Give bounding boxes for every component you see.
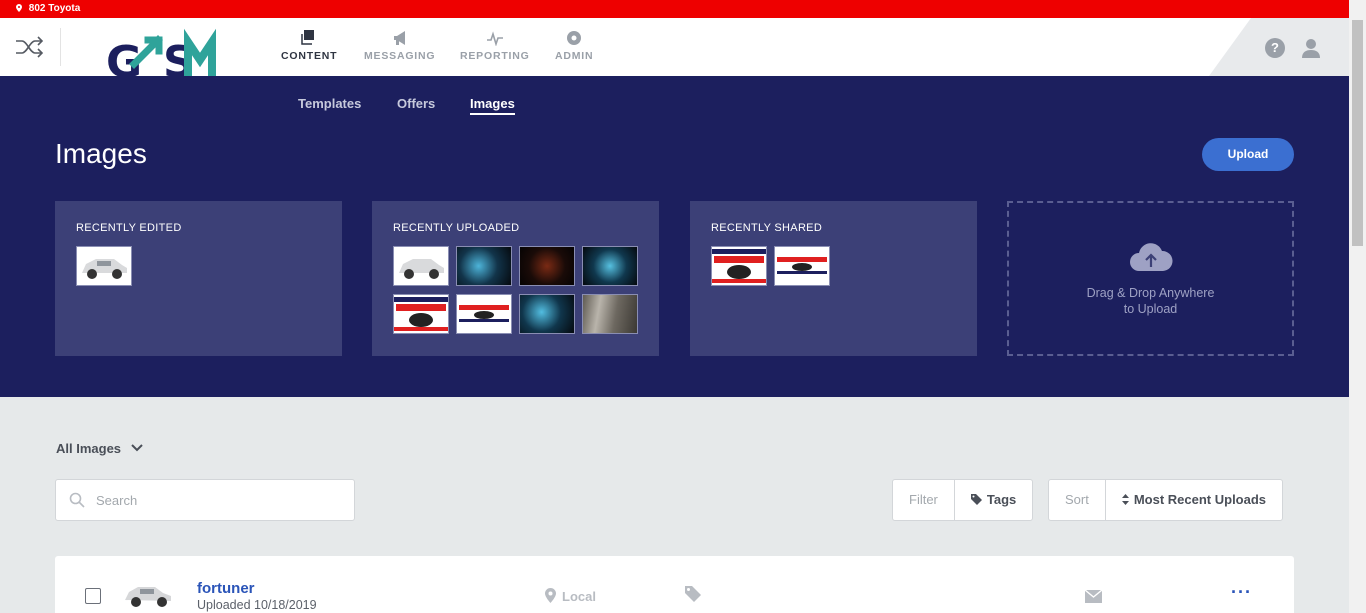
pulse-icon [486,31,503,46]
filter-label: Filter [893,480,955,520]
image-row[interactable]: fortuner Uploaded 10/18/2019 Local ··· [55,556,1294,613]
recently-shared-title: RECENTLY SHARED [711,222,823,234]
location-label: 802 Toyota [28,3,81,14]
upload-date: Uploaded 10/18/2019 [197,598,317,612]
tags-label: Tags [986,492,1017,507]
subnav-offers[interactable]: Offers [397,96,435,111]
thumbnail-car-door[interactable] [582,294,638,334]
filter-group: Filter Tags [892,479,1034,521]
chevron-down-icon [130,444,143,452]
thumbnail-tire-promo-2[interactable] [456,294,512,334]
nav-content-label: CONTENT [281,50,338,62]
cloud-upload-icon [1130,243,1173,271]
upload-button[interactable]: Upload [1202,138,1294,171]
recently-edited-panel: RECENTLY EDITED [55,201,342,356]
shuffle-icon[interactable] [14,34,44,60]
location-label: Local [562,589,596,604]
sort-dropdown[interactable]: Most Recent Uploads [1106,480,1282,520]
recently-edited-title: RECENTLY EDITED [76,222,182,234]
thumbnail-tire-promo[interactable] [711,246,767,286]
search-icon [69,492,85,508]
dropzone-line-2: to Upload [1123,302,1178,316]
nav-content[interactable]: CONTENT [281,30,337,62]
page-title: Images [55,138,147,169]
help-icon[interactable]: ? [1265,38,1285,58]
scope-dropdown[interactable]: All Images [56,441,143,456]
thumbnail-engine-blue[interactable] [456,246,512,286]
sort-arrows-icon [1121,494,1129,505]
page-scrollbar[interactable] [1349,0,1366,613]
map-pin-icon [16,4,22,12]
scope-label: All Images [56,441,122,456]
thumbnail-tire-promo-2[interactable] [774,246,830,286]
dropzone-line-1: Drag & Drop Anywhere [1086,286,1215,300]
thumbnail-engine-blue-3[interactable] [519,294,575,334]
user-icon[interactable] [1302,38,1320,58]
sort-label: Sort [1049,480,1106,520]
upload-dropzone[interactable]: Drag & Drop Anywhere to Upload [1007,201,1294,356]
nav-reporting-label: REPORTING [460,50,530,62]
nav-messaging-label: MESSAGING [364,50,436,62]
recently-uploaded-title: RECENTLY UPLOADED [393,222,520,234]
images-hero: Templates Offers Images Images Upload RE… [0,76,1349,397]
nav-admin[interactable]: ADMIN [555,30,593,62]
sort-value: Most Recent Uploads [1133,492,1267,507]
nav-reporting[interactable]: REPORTING [460,30,530,62]
tag-icon[interactable] [685,586,701,602]
content-icon [301,30,315,45]
scrollbar-thumb[interactable] [1352,20,1363,246]
search-input[interactable] [96,490,336,510]
nav-admin-label: ADMIN [555,50,594,62]
tag-icon [970,494,982,505]
nav-messaging[interactable]: MESSAGING [364,30,435,62]
dropzone-text: Drag & Drop Anywhere to Upload [1009,285,1292,317]
subnav-images[interactable]: Images [470,96,515,115]
gear-icon [567,31,582,45]
sort-group: Sort Most Recent Uploads [1048,479,1284,521]
mail-icon[interactable] [1085,590,1102,603]
header-divider [60,28,61,66]
recently-uploaded-panel: RECENTLY UPLOADED [372,201,659,356]
thumbnail-suv[interactable] [76,246,132,286]
more-options-button[interactable]: ··· [1231,582,1252,603]
tags-filter-button[interactable]: Tags [955,480,1032,520]
search-box [55,479,355,521]
row-thumbnail [125,587,171,607]
thumbnail-tire-promo[interactable] [393,294,449,334]
subnav-templates[interactable]: Templates [298,96,361,111]
location-bar: 802 Toyota [0,0,1366,18]
thumbnail-suv[interactable] [393,246,449,286]
location-info: Local [545,588,596,604]
row-checkbox[interactable] [85,588,101,604]
megaphone-icon [393,31,405,45]
thumbnail-engine-blue-2[interactable] [582,246,638,286]
recently-shared-panel: RECENTLY SHARED [690,201,977,356]
location-pin-icon [545,588,556,603]
image-name-link[interactable]: fortuner [197,580,255,597]
thumbnail-dashboard-red[interactable] [519,246,575,286]
